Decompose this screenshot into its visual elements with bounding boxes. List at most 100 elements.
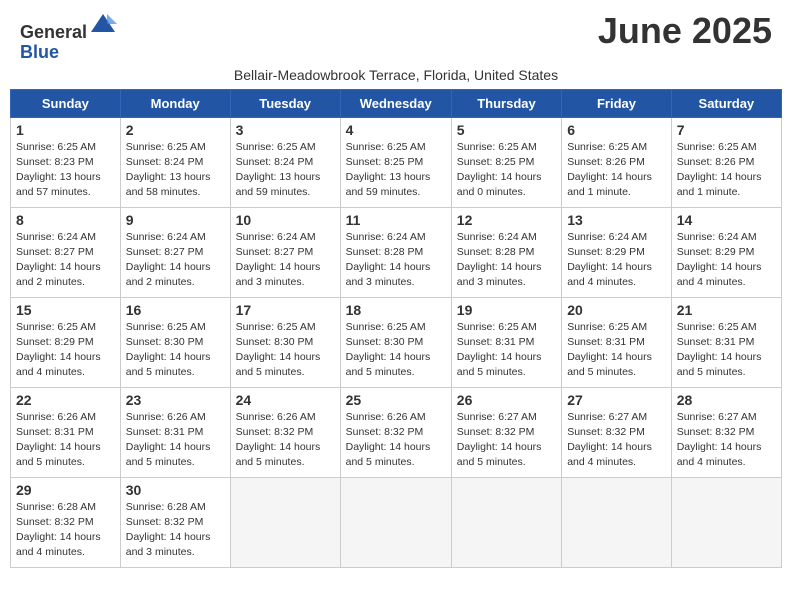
sunset-label: Sunset: 8:32 PM: [457, 426, 535, 438]
day-cell: 21 Sunrise: 6:25 AM Sunset: 8:31 PM Dayl…: [671, 297, 781, 387]
sunset-label: Sunset: 8:29 PM: [677, 246, 755, 258]
day-cell: 14 Sunrise: 6:24 AM Sunset: 8:29 PM Dayl…: [671, 207, 781, 297]
day-number: 4: [346, 122, 446, 138]
day-info: Sunrise: 6:25 AM Sunset: 8:24 PM Dayligh…: [126, 140, 225, 201]
daylight-label: Daylight: 14 hours and 5 minutes.: [16, 441, 101, 468]
daylight-label: Daylight: 14 hours and 5 minutes.: [457, 441, 542, 468]
day-cell: 23 Sunrise: 6:26 AM Sunset: 8:31 PM Dayl…: [120, 387, 230, 477]
day-cell: 28 Sunrise: 6:27 AM Sunset: 8:32 PM Dayl…: [671, 387, 781, 477]
calendar-week-row: 29 Sunrise: 6:28 AM Sunset: 8:32 PM Dayl…: [11, 477, 782, 567]
day-cell: 27 Sunrise: 6:27 AM Sunset: 8:32 PM Dayl…: [562, 387, 672, 477]
sunrise-label: Sunrise: 6:27 AM: [567, 411, 647, 423]
empty-cell: [671, 477, 781, 567]
day-number: 8: [16, 212, 115, 228]
day-info: Sunrise: 6:26 AM Sunset: 8:32 PM Dayligh…: [236, 410, 335, 471]
sunset-label: Sunset: 8:30 PM: [126, 336, 204, 348]
logo-general-text: General: [20, 22, 87, 42]
sunset-label: Sunset: 8:31 PM: [16, 426, 94, 438]
empty-cell: [562, 477, 672, 567]
sunset-label: Sunset: 8:31 PM: [677, 336, 755, 348]
day-info: Sunrise: 6:25 AM Sunset: 8:30 PM Dayligh…: [126, 320, 225, 381]
daylight-label: Daylight: 14 hours and 5 minutes.: [236, 441, 321, 468]
sunrise-label: Sunrise: 6:26 AM: [126, 411, 206, 423]
sunset-label: Sunset: 8:27 PM: [16, 246, 94, 258]
day-cell: 19 Sunrise: 6:25 AM Sunset: 8:31 PM Dayl…: [451, 297, 561, 387]
sunset-label: Sunset: 8:31 PM: [126, 426, 204, 438]
day-number: 3: [236, 122, 335, 138]
sunset-label: Sunset: 8:30 PM: [236, 336, 314, 348]
sunrise-label: Sunrise: 6:28 AM: [126, 501, 206, 513]
col-thursday: Thursday: [451, 89, 561, 117]
sunset-label: Sunset: 8:27 PM: [126, 246, 204, 258]
day-cell: 9 Sunrise: 6:24 AM Sunset: 8:27 PM Dayli…: [120, 207, 230, 297]
daylight-label: Daylight: 14 hours and 2 minutes.: [16, 261, 101, 288]
subtitle: Bellair-Meadowbrook Terrace, Florida, Un…: [10, 67, 782, 83]
daylight-label: Daylight: 14 hours and 5 minutes.: [126, 351, 211, 378]
day-cell: 11 Sunrise: 6:24 AM Sunset: 8:28 PM Dayl…: [340, 207, 451, 297]
day-number: 7: [677, 122, 776, 138]
day-info: Sunrise: 6:25 AM Sunset: 8:30 PM Dayligh…: [236, 320, 335, 381]
sunset-label: Sunset: 8:32 PM: [567, 426, 645, 438]
logo-blue-text: Blue: [20, 42, 59, 62]
sunset-label: Sunset: 8:24 PM: [126, 156, 204, 168]
daylight-label: Daylight: 14 hours and 5 minutes.: [346, 351, 431, 378]
sunrise-label: Sunrise: 6:25 AM: [346, 141, 426, 153]
day-number: 2: [126, 122, 225, 138]
day-info: Sunrise: 6:27 AM Sunset: 8:32 PM Dayligh…: [677, 410, 776, 471]
day-number: 21: [677, 302, 776, 318]
day-info: Sunrise: 6:24 AM Sunset: 8:28 PM Dayligh…: [346, 230, 446, 291]
sunset-label: Sunset: 8:32 PM: [677, 426, 755, 438]
day-info: Sunrise: 6:24 AM Sunset: 8:27 PM Dayligh…: [16, 230, 115, 291]
daylight-label: Daylight: 14 hours and 5 minutes.: [677, 351, 762, 378]
col-saturday: Saturday: [671, 89, 781, 117]
sunrise-label: Sunrise: 6:26 AM: [16, 411, 96, 423]
day-cell: 16 Sunrise: 6:25 AM Sunset: 8:30 PM Dayl…: [120, 297, 230, 387]
day-cell: 5 Sunrise: 6:25 AM Sunset: 8:25 PM Dayli…: [451, 117, 561, 207]
col-tuesday: Tuesday: [230, 89, 340, 117]
sunset-label: Sunset: 8:23 PM: [16, 156, 94, 168]
daylight-label: Daylight: 14 hours and 3 minutes.: [126, 531, 211, 558]
day-cell: 25 Sunrise: 6:26 AM Sunset: 8:32 PM Dayl…: [340, 387, 451, 477]
calendar-week-row: 1 Sunrise: 6:25 AM Sunset: 8:23 PM Dayli…: [11, 117, 782, 207]
day-info: Sunrise: 6:25 AM Sunset: 8:30 PM Dayligh…: [346, 320, 446, 381]
sunset-label: Sunset: 8:25 PM: [457, 156, 535, 168]
day-info: Sunrise: 6:25 AM Sunset: 8:24 PM Dayligh…: [236, 140, 335, 201]
day-info: Sunrise: 6:25 AM Sunset: 8:25 PM Dayligh…: [457, 140, 556, 201]
col-friday: Friday: [562, 89, 672, 117]
sunrise-label: Sunrise: 6:25 AM: [346, 321, 426, 333]
day-cell: 12 Sunrise: 6:24 AM Sunset: 8:28 PM Dayl…: [451, 207, 561, 297]
sunrise-label: Sunrise: 6:25 AM: [457, 321, 537, 333]
sunrise-label: Sunrise: 6:24 AM: [236, 231, 316, 243]
day-number: 12: [457, 212, 556, 228]
day-number: 13: [567, 212, 666, 228]
sunrise-label: Sunrise: 6:25 AM: [677, 321, 757, 333]
daylight-label: Daylight: 14 hours and 5 minutes.: [236, 351, 321, 378]
day-cell: 24 Sunrise: 6:26 AM Sunset: 8:32 PM Dayl…: [230, 387, 340, 477]
day-number: 15: [16, 302, 115, 318]
day-info: Sunrise: 6:25 AM Sunset: 8:25 PM Dayligh…: [346, 140, 446, 201]
page-header: General Blue June 2025: [10, 10, 782, 63]
day-info: Sunrise: 6:24 AM Sunset: 8:28 PM Dayligh…: [457, 230, 556, 291]
day-info: Sunrise: 6:25 AM Sunset: 8:23 PM Dayligh…: [16, 140, 115, 201]
day-info: Sunrise: 6:24 AM Sunset: 8:27 PM Dayligh…: [236, 230, 335, 291]
day-number: 30: [126, 482, 225, 498]
sunrise-label: Sunrise: 6:26 AM: [236, 411, 316, 423]
sunrise-label: Sunrise: 6:25 AM: [677, 141, 757, 153]
sunrise-label: Sunrise: 6:24 AM: [457, 231, 537, 243]
daylight-label: Daylight: 14 hours and 3 minutes.: [457, 261, 542, 288]
sunrise-label: Sunrise: 6:25 AM: [567, 141, 647, 153]
calendar-week-row: 8 Sunrise: 6:24 AM Sunset: 8:27 PM Dayli…: [11, 207, 782, 297]
day-cell: 6 Sunrise: 6:25 AM Sunset: 8:26 PM Dayli…: [562, 117, 672, 207]
day-cell: 30 Sunrise: 6:28 AM Sunset: 8:32 PM Dayl…: [120, 477, 230, 567]
col-sunday: Sunday: [11, 89, 121, 117]
sunset-label: Sunset: 8:31 PM: [567, 336, 645, 348]
sunset-label: Sunset: 8:28 PM: [346, 246, 424, 258]
day-cell: 17 Sunrise: 6:25 AM Sunset: 8:30 PM Dayl…: [230, 297, 340, 387]
day-info: Sunrise: 6:25 AM Sunset: 8:31 PM Dayligh…: [567, 320, 666, 381]
col-wednesday: Wednesday: [340, 89, 451, 117]
daylight-label: Daylight: 13 hours and 57 minutes.: [16, 171, 101, 198]
day-number: 22: [16, 392, 115, 408]
daylight-label: Daylight: 13 hours and 58 minutes.: [126, 171, 211, 198]
calendar-header-row: Sunday Monday Tuesday Wednesday Thursday…: [11, 89, 782, 117]
sunrise-label: Sunrise: 6:28 AM: [16, 501, 96, 513]
